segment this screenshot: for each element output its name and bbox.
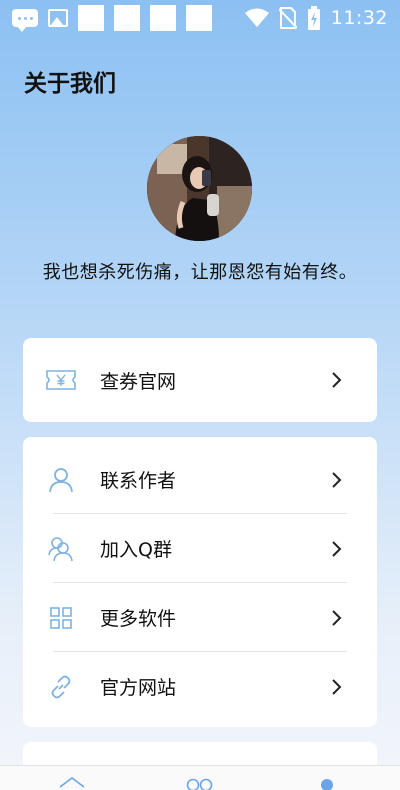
chevron-right-icon xyxy=(332,540,342,557)
nav-rings-icon[interactable] xyxy=(186,778,214,790)
nav-up-icon[interactable] xyxy=(58,776,86,788)
image-notification-icon xyxy=(48,9,68,27)
grid-icon xyxy=(45,604,77,632)
coupon-site-row[interactable]: 查券官网 xyxy=(23,338,377,422)
more-apps-row[interactable]: 更多软件 xyxy=(23,583,377,652)
join-qq-group-label: 加入Q群 xyxy=(100,539,172,561)
chat-notification-icon xyxy=(12,9,38,32)
link-icon xyxy=(45,673,77,701)
notification-placeholder-icon xyxy=(186,5,212,31)
page-title: 关于我们 xyxy=(24,71,116,97)
avatar xyxy=(147,136,252,241)
person-icon xyxy=(45,466,77,494)
wifi-icon xyxy=(244,8,269,27)
chevron-right-icon xyxy=(332,471,342,488)
coupon-site-label: 查券官网 xyxy=(100,370,177,393)
group-icon xyxy=(45,535,77,563)
nav-dot-icon[interactable] xyxy=(320,778,334,790)
join-qq-group-row[interactable]: 加入Q群 xyxy=(23,514,377,583)
status-time: 11:32 xyxy=(330,7,388,29)
status-bar: 11:32 xyxy=(0,0,400,36)
contact-author-row[interactable]: 联系作者 xyxy=(23,445,377,514)
official-website-label: 官方网站 xyxy=(100,677,177,699)
notification-placeholder-icon xyxy=(78,5,104,31)
bottom-navigation xyxy=(0,765,400,790)
motto-text: 我也想杀死伤痛，让那恩怨有始有终。 xyxy=(42,262,358,283)
more-apps-label: 更多软件 xyxy=(100,608,177,630)
notification-placeholder-icon xyxy=(114,5,140,31)
chevron-right-icon xyxy=(332,678,342,695)
chevron-right-icon xyxy=(332,609,342,626)
official-website-row[interactable]: 官方网站 xyxy=(23,652,377,721)
ticket-yen-icon xyxy=(45,366,77,394)
battery-charging-icon xyxy=(307,6,320,30)
menu-card: 联系作者 加入Q群 更多软件 官方网站 xyxy=(23,437,377,727)
contact-author-label: 联系作者 xyxy=(100,470,177,492)
notification-placeholder-icon xyxy=(150,5,176,31)
no-sim-icon xyxy=(278,7,297,29)
chevron-right-icon xyxy=(332,372,342,388)
coupon-card: 查券官网 xyxy=(23,338,377,422)
